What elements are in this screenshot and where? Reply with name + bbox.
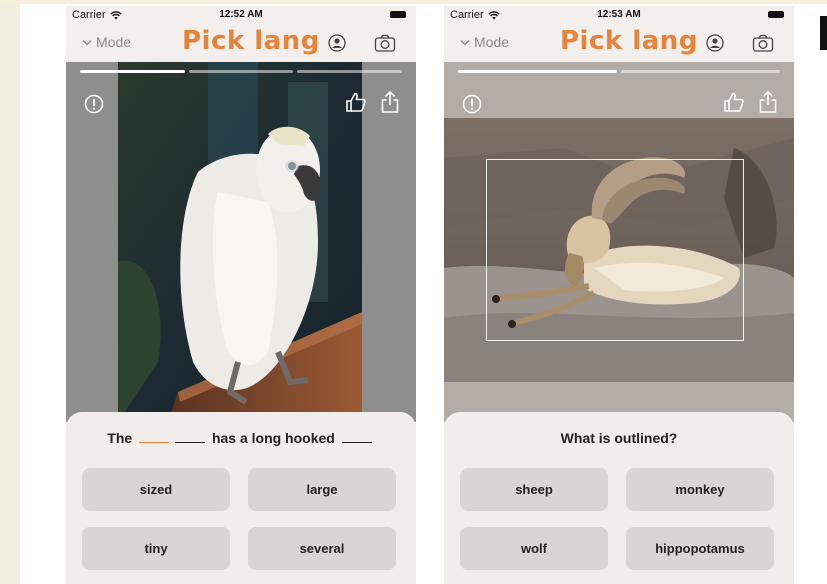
mode-label: Mode (96, 34, 132, 50)
app-logo: Pick lang (182, 26, 320, 56)
app-logo: Pick lang (560, 26, 698, 56)
top-edge-band (0, 0, 827, 4)
status-time: 12:53 AM (597, 9, 641, 20)
mode-button[interactable]: Mode (82, 34, 131, 50)
progress-bar (458, 70, 780, 73)
answer-options: sized large tiny several (82, 468, 400, 570)
prompt-text-start: The (107, 430, 133, 446)
camera-icon[interactable] (752, 33, 774, 53)
progress-segment (458, 70, 617, 73)
phone-screen-outline-quiz: Carrier 12:53 AM Mode Pick lang What is … (444, 6, 794, 584)
answer-option[interactable]: tiny (82, 527, 230, 570)
photo-area (66, 62, 416, 422)
answer-option[interactable]: large (248, 468, 396, 511)
progress-bar (80, 70, 403, 73)
answer-sheet: The has a long hooked sized large tiny s… (66, 412, 416, 584)
answer-option[interactable]: sheep (460, 468, 608, 511)
share-icon[interactable] (758, 90, 778, 114)
progress-segment (621, 70, 780, 73)
answer-option[interactable]: monkey (626, 468, 774, 511)
phone-screen-fill-blank: Carrier 12:52 AM Mode Pick lang The has … (66, 6, 416, 584)
answer-options: sheep monkey wolf hippopotamus (460, 468, 778, 570)
answer-option[interactable]: sized (82, 468, 230, 511)
photo-area (444, 62, 794, 422)
progress-segment (80, 70, 185, 73)
status-bar: Carrier 12:53 AM (444, 6, 794, 24)
answer-sheet: What is outlined? sheep monkey wolf hipp… (444, 412, 794, 584)
screenshot-stage: Carrier 12:52 AM Mode Pick lang The has … (0, 0, 827, 584)
profile-icon[interactable] (328, 34, 346, 52)
sentence-prompt: The has a long hooked (66, 430, 416, 446)
thumbs-up-icon[interactable] (344, 90, 368, 114)
question-prompt: What is outlined? (560, 430, 678, 446)
status-time: 12:52 AM (219, 9, 263, 20)
progress-segment (188, 70, 294, 73)
right-edge-mark (820, 16, 827, 50)
battery-icon (390, 11, 406, 18)
left-edge-band (0, 4, 20, 584)
profile-icon[interactable] (706, 34, 724, 52)
cockatoo-photo (118, 62, 362, 422)
info-icon[interactable] (84, 94, 104, 114)
prompt-text-middle: has a long hooked (211, 430, 335, 446)
answer-option[interactable]: several (248, 527, 396, 570)
outlined-region (486, 159, 744, 341)
mode-label: Mode (474, 34, 510, 50)
battery-icon (768, 11, 784, 18)
thumbs-up-icon[interactable] (722, 90, 746, 114)
camera-icon[interactable] (374, 33, 396, 53)
progress-segment (297, 70, 403, 73)
chevron-down-icon (460, 39, 470, 45)
mode-button[interactable]: Mode (460, 34, 509, 50)
chevron-down-icon (82, 39, 92, 45)
blank-slot (341, 431, 372, 443)
blank-slot-active (139, 431, 170, 443)
nav-bar: Mode Pick lang (444, 24, 794, 62)
info-icon[interactable] (462, 94, 482, 114)
blank-slot (175, 431, 206, 443)
status-bar: Carrier 12:52 AM (66, 6, 416, 24)
nav-bar: Mode Pick lang (66, 24, 416, 62)
answer-option[interactable]: wolf (460, 527, 608, 570)
share-icon[interactable] (380, 90, 400, 114)
answer-option[interactable]: hippopotamus (626, 527, 774, 570)
